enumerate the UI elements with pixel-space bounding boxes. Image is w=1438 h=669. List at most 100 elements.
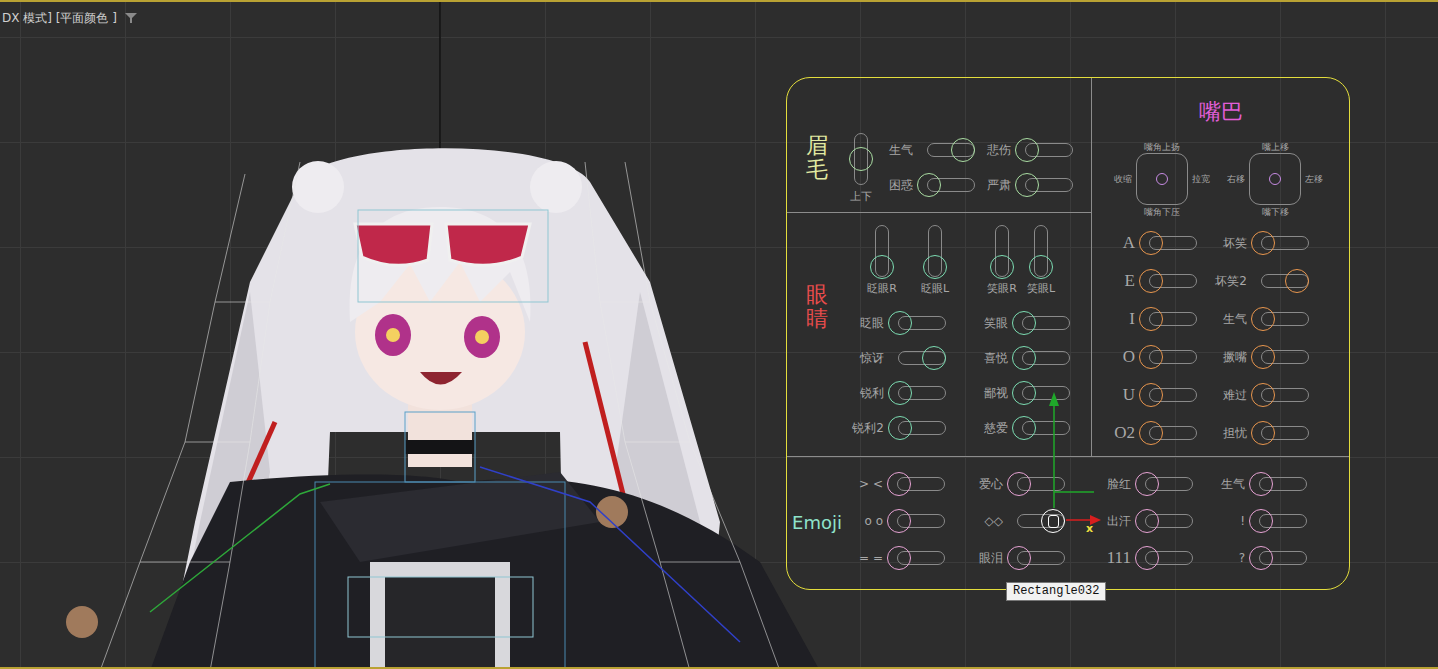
y-axis-arrow[interactable] (1053, 402, 1055, 508)
vertical-slider-track[interactable] (990, 223, 1014, 279)
x-axis-arrow[interactable] (1066, 519, 1092, 521)
slider-knob[interactable] (888, 381, 912, 405)
slider-track[interactable] (1007, 508, 1065, 534)
vertical-slider[interactable]: 笑眼L (1021, 223, 1061, 297)
vertical-slider-track[interactable] (1029, 223, 1053, 279)
slider-knob[interactable] (887, 509, 911, 533)
pad-knob[interactable] (1269, 173, 1281, 185)
mouth-slider[interactable]: 坏笑2 (1211, 268, 1309, 294)
slider-track[interactable] (888, 345, 946, 371)
slider-track[interactable] (1251, 420, 1309, 446)
emoji-slider[interactable]: 111 (1095, 545, 1209, 571)
slider-knob[interactable] (887, 472, 911, 496)
slider-knob[interactable] (1029, 255, 1053, 279)
mouth-slider[interactable]: U (1099, 382, 1211, 408)
slider-track[interactable] (1007, 471, 1065, 497)
slider-knob[interactable] (1285, 269, 1309, 293)
slider-track[interactable] (1012, 310, 1070, 336)
vertical-slider[interactable]: 笑眼R (982, 223, 1022, 297)
slider-knob[interactable] (1251, 383, 1275, 407)
slider-track[interactable] (1251, 230, 1309, 256)
eye-slider[interactable]: 慈爱 (972, 415, 1070, 441)
vertical-slider-track[interactable] (923, 223, 947, 279)
slider-knob[interactable] (1135, 546, 1159, 570)
xy-pad[interactable]: 嘴上移右移左移嘴下移 (1223, 140, 1327, 218)
eye-slider[interactable]: 眨眼 (848, 310, 972, 336)
plane-handle[interactable] (1054, 491, 1094, 493)
eye-slider[interactable]: 锐利2 (848, 415, 972, 441)
slider-knob[interactable] (1012, 346, 1036, 370)
slider-track[interactable] (1135, 508, 1193, 534)
y-arrowhead-icon[interactable] (1049, 392, 1059, 406)
slider-track[interactable] (888, 380, 946, 406)
slider-knob[interactable] (888, 311, 912, 335)
emoji-slider[interactable]: = = (847, 545, 967, 571)
slider-knob[interactable] (1251, 307, 1275, 331)
mouth-slider[interactable]: 生气 (1211, 306, 1309, 332)
slider-track[interactable] (887, 545, 945, 571)
emoji-slider[interactable]: 出汗 (1095, 508, 1209, 534)
move-gizmo[interactable] (0, 2, 1438, 669)
viewport-mode-label[interactable]: DX 模式] [平面颜色 ] (2, 10, 137, 26)
slider-knob[interactable] (1012, 416, 1036, 440)
slider-track[interactable] (1139, 230, 1197, 256)
slider-knob[interactable] (1139, 307, 1163, 331)
slider-knob[interactable] (917, 173, 941, 197)
slider-track[interactable] (888, 415, 946, 441)
slider-track[interactable] (887, 508, 945, 534)
slider-track[interactable] (1135, 471, 1193, 497)
slider-knob[interactable] (1251, 231, 1275, 255)
slider-track[interactable] (888, 310, 946, 336)
vertical-slider-track[interactable] (870, 223, 894, 279)
slider-track[interactable] (1015, 172, 1073, 198)
mouth-slider[interactable]: O (1099, 344, 1211, 370)
slider-track[interactable] (1249, 471, 1307, 497)
mouth-slider[interactable]: O2 (1099, 420, 1211, 446)
slider-knob[interactable] (1139, 345, 1163, 369)
eye-slider[interactable]: 笑眼 (972, 310, 1070, 336)
slider-track[interactable] (1012, 415, 1070, 441)
slider-track[interactable] (887, 471, 945, 497)
slider-knob[interactable] (1015, 138, 1039, 162)
vertical-slider[interactable]: 眨眼R (862, 223, 902, 297)
brow-slider[interactable]: 严肃 (975, 172, 1073, 198)
slider-knob[interactable] (1007, 472, 1031, 496)
slider-track[interactable] (1139, 268, 1197, 294)
slider-knob[interactable] (1012, 311, 1036, 335)
slider-track[interactable] (1139, 306, 1197, 332)
slider-track[interactable] (917, 172, 975, 198)
eye-slider[interactable]: 锐利 (848, 380, 972, 406)
slider-track[interactable] (1139, 344, 1197, 370)
slider-knob[interactable] (887, 546, 911, 570)
emoji-slider[interactable]: 生气 (1209, 471, 1349, 497)
slider-track[interactable] (1251, 268, 1309, 294)
slider-knob[interactable] (1249, 472, 1273, 496)
emoji-slider[interactable]: o o (847, 508, 967, 534)
brow-slider[interactable]: 生气 (877, 137, 975, 163)
mouth-slider[interactable]: E (1099, 268, 1211, 294)
slider-knob[interactable] (990, 255, 1014, 279)
mode-text[interactable]: DX 模式] [平面颜色 ] (2, 10, 117, 26)
slider-knob[interactable] (1139, 383, 1163, 407)
slider-knob[interactable] (951, 138, 975, 162)
eye-slider[interactable]: 惊讶 (848, 345, 972, 371)
mouth-slider[interactable]: 担忧 (1211, 420, 1309, 446)
slider-knob[interactable] (1139, 231, 1163, 255)
slider-knob[interactable] (1012, 381, 1036, 405)
emoji-slider[interactable]: ! (1209, 508, 1349, 534)
slider-knob[interactable] (1015, 173, 1039, 197)
slider-track[interactable] (1015, 137, 1073, 163)
slider-knob[interactable] (1139, 421, 1163, 445)
viewport[interactable]: DX 模式] [平面颜色 ]眉毛上下生气悲伤困惑严肃眼睛眨眼R眨眼L笑眼R笑眼L… (0, 0, 1438, 669)
emoji-slider[interactable]: 爱心 (967, 471, 1095, 497)
emoji-slider[interactable]: > < (847, 471, 967, 497)
slider-track[interactable] (1251, 382, 1309, 408)
slider-knob[interactable] (923, 255, 947, 279)
slider-knob[interactable] (888, 416, 912, 440)
slider-knob[interactable] (1007, 546, 1031, 570)
brow-slider[interactable]: 悲伤 (975, 137, 1073, 163)
mouth-slider[interactable]: A (1099, 230, 1211, 256)
slider-track[interactable] (1012, 380, 1070, 406)
slider-track[interactable] (1251, 344, 1309, 370)
slider-track[interactable] (1012, 345, 1070, 371)
